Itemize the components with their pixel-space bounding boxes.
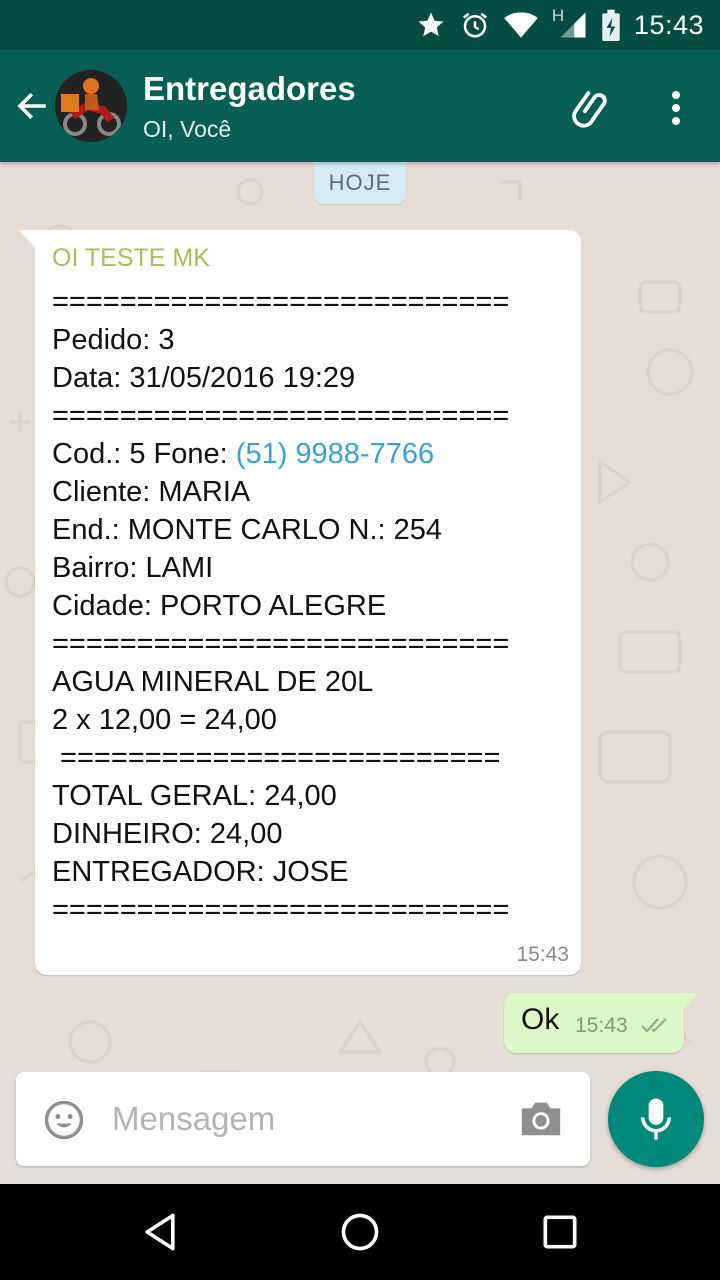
- voice-record-button[interactable]: [608, 1071, 704, 1167]
- message-line: Bairro: LAMI: [52, 552, 214, 584]
- message-line: ==========================: [52, 742, 501, 774]
- camera-icon[interactable]: [518, 1098, 564, 1138]
- message-line: ===========================: [52, 628, 510, 660]
- message-line: ===========================: [52, 894, 510, 926]
- chat-header: Entregadores OI, Você: [0, 50, 720, 162]
- message-line: TOTAL GERAL: 24,00: [52, 780, 337, 812]
- sender-name: OI TESTE MK: [52, 244, 210, 272]
- status-time: 15:43: [633, 9, 704, 40]
- back-button[interactable]: [10, 84, 54, 128]
- status-icons: H 15:43: [416, 0, 704, 50]
- nav-home-icon[interactable]: [338, 1210, 382, 1254]
- wifi-icon: [504, 11, 538, 39]
- message-line: End.: MONTE CARLO N.: 254: [52, 514, 443, 546]
- phone-link[interactable]: (51) 9988-7766: [236, 438, 434, 470]
- signal-icon: H: [552, 6, 588, 40]
- arrow-left-icon: [17, 92, 46, 120]
- nav-back-icon[interactable]: [138, 1210, 182, 1254]
- status-bar: H 15:43: [0, 0, 720, 50]
- message-line: ===========================: [52, 286, 510, 318]
- message-line: ===========================: [52, 400, 510, 432]
- message-line: ENTREGADOR: JOSE: [52, 856, 349, 888]
- alarm-icon: [460, 10, 490, 40]
- outgoing-message[interactable]: Ok 15:43: [504, 993, 698, 1053]
- paperclip-icon: [572, 91, 607, 128]
- double-check-icon: [641, 1018, 667, 1033]
- message-line-phone: Cod.: 5 Fone: (51) 9988-7766: [52, 435, 572, 473]
- microphone-icon: [641, 1098, 671, 1140]
- message-time: 15:43: [516, 943, 569, 966]
- bubble-tail: [684, 993, 698, 1009]
- message-line: Cliente: MARIA: [52, 476, 251, 508]
- avatar[interactable]: [55, 70, 127, 142]
- battery-charging-icon: [602, 9, 620, 41]
- message-composer: [16, 1072, 590, 1166]
- message-line: Data: 31/05/2016 19:29: [52, 362, 356, 394]
- chat-title[interactable]: Entregadores: [143, 70, 356, 108]
- outgoing-text: Ok: [521, 1003, 560, 1036]
- star-icon: [416, 10, 446, 40]
- attach-button[interactable]: [566, 82, 618, 134]
- chat-participants[interactable]: OI, Você: [143, 116, 231, 143]
- bubble-tail: [19, 230, 35, 248]
- date-chip: HOJE: [314, 162, 406, 204]
- phone-prefix: Cod.: 5 Fone:: [52, 438, 236, 470]
- message-line: 2 x 12,00 = 24,00: [52, 704, 277, 736]
- chat-area[interactable]: HOJE OI TESTE MK =======================…: [0, 162, 720, 1184]
- nav-recent-apps-icon[interactable]: [538, 1210, 582, 1254]
- emoji-icon[interactable]: [43, 1099, 85, 1141]
- message-input[interactable]: [112, 1094, 492, 1144]
- message-time: 15:43: [575, 1014, 628, 1037]
- message-line: AGUA MINERAL DE 20L: [52, 666, 374, 698]
- message-line: Cidade: PORTO ALEGRE: [52, 590, 387, 622]
- incoming-message[interactable]: OI TESTE MK =========================== …: [19, 230, 581, 975]
- system-nav-bar: [0, 1184, 720, 1280]
- overflow-menu-button[interactable]: [656, 82, 696, 134]
- delivery-rider-avatar-icon: [55, 70, 127, 142]
- message-line: DINHEIRO: 24,00: [52, 818, 283, 850]
- message-line: Pedido: 3: [52, 324, 175, 356]
- more-vertical-icon: [672, 91, 680, 125]
- message-body: =========================== Pedido: 3 Da…: [52, 283, 572, 929]
